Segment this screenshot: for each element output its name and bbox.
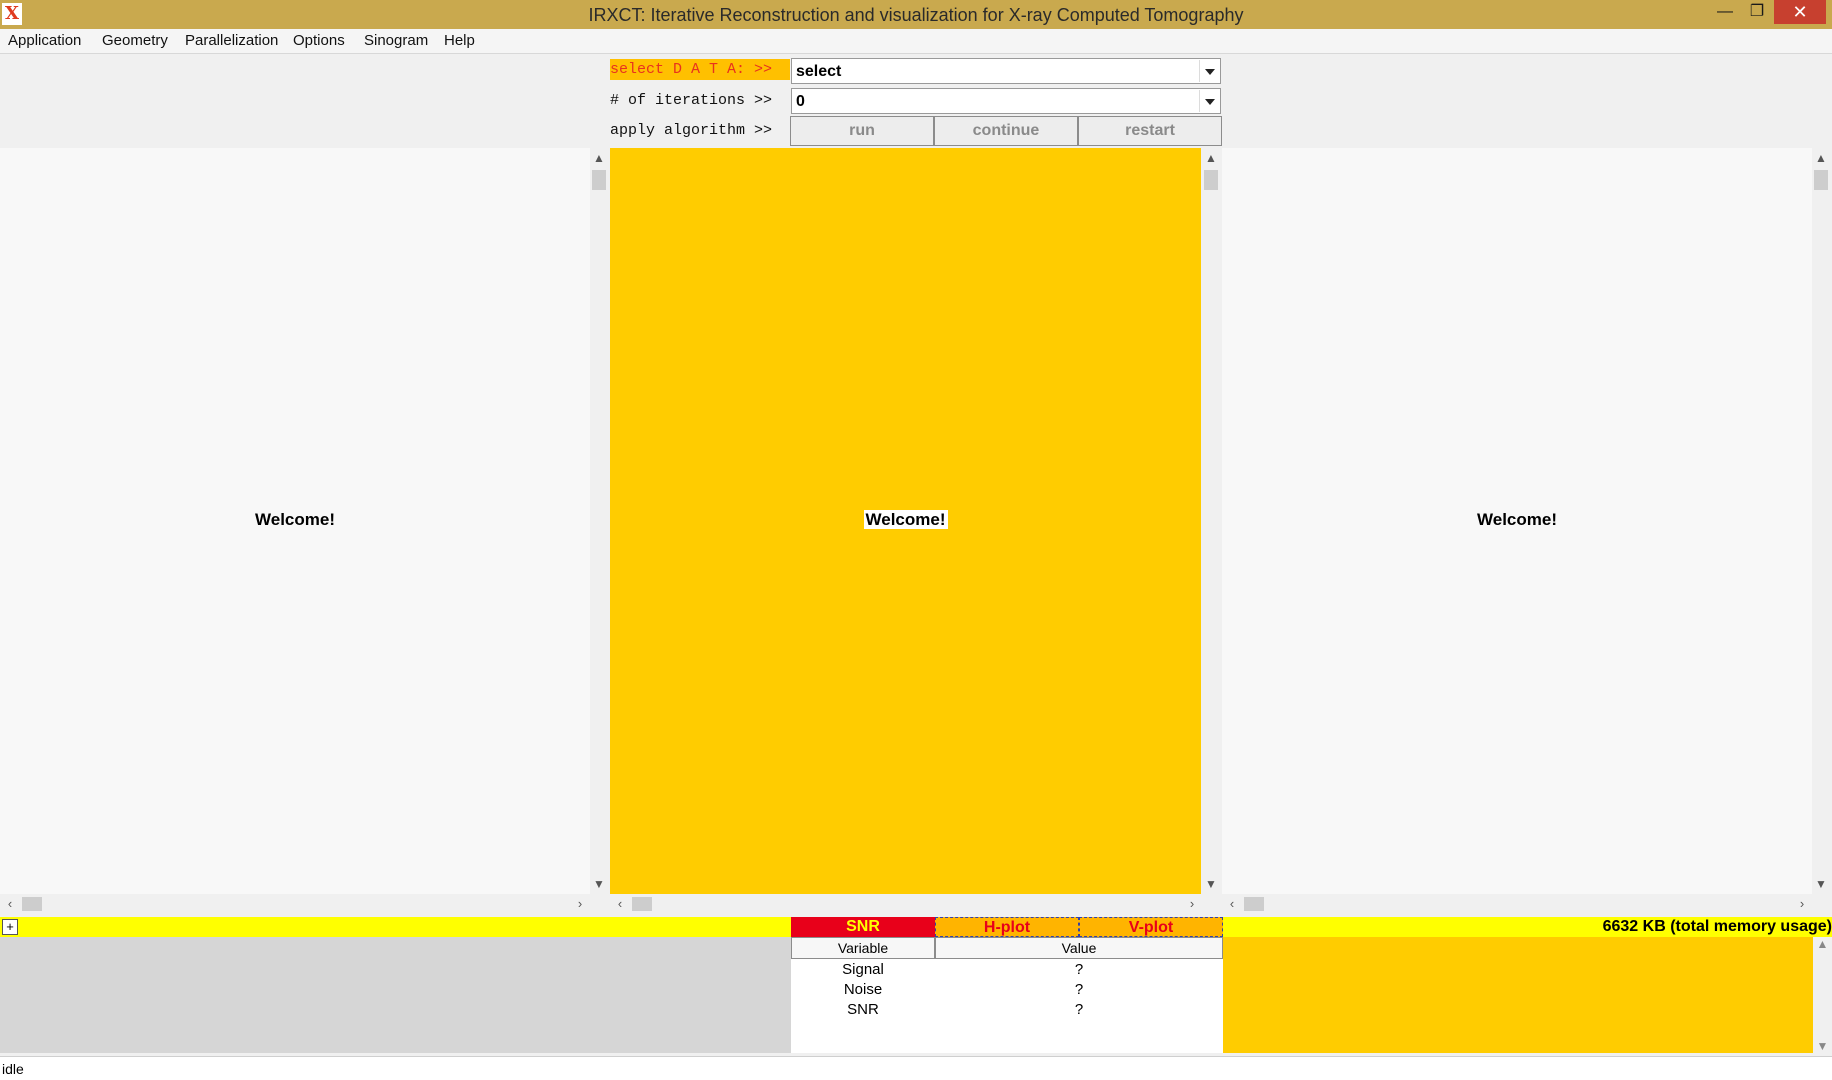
menu-sinogram[interactable]: Sinogram bbox=[364, 32, 428, 49]
center-view-panel[interactable]: Welcome! bbox=[610, 148, 1201, 894]
bottom-left-panel bbox=[0, 937, 791, 1053]
left-vertical-scrollbar[interactable]: ▲ ▼ bbox=[590, 148, 608, 894]
scroll-down-icon[interactable]: ▼ bbox=[1202, 876, 1220, 892]
scrollbar-thumb[interactable] bbox=[1244, 897, 1264, 911]
chevron-down-icon[interactable] bbox=[1199, 60, 1219, 82]
scrollbar-thumb[interactable] bbox=[1814, 170, 1828, 190]
table-cell-variable: SNR bbox=[847, 1001, 879, 1018]
table-cell-value: ? bbox=[1074, 961, 1084, 978]
minimize-button[interactable]: — bbox=[1712, 0, 1738, 24]
right-horizontal-scrollbar[interactable]: ‹ › bbox=[1222, 895, 1812, 913]
scroll-right-icon[interactable]: › bbox=[1184, 895, 1200, 913]
data-select[interactable]: select bbox=[791, 58, 1221, 84]
iterations-select[interactable]: 0 bbox=[791, 88, 1221, 114]
scroll-right-icon[interactable]: › bbox=[1794, 895, 1810, 913]
iterations-value: 0 bbox=[796, 93, 805, 110]
scroll-down-icon[interactable]: ▼ bbox=[590, 876, 608, 892]
status-text: idle bbox=[2, 1061, 24, 1077]
continue-button[interactable]: continue bbox=[934, 116, 1078, 146]
scrollbar-thumb[interactable] bbox=[592, 170, 606, 190]
column-header-variable[interactable]: Variable bbox=[791, 937, 935, 959]
bottom-right-panel bbox=[1223, 937, 1813, 1053]
scroll-left-icon[interactable]: ‹ bbox=[2, 895, 18, 913]
right-vertical-scrollbar[interactable]: ▲ ▼ bbox=[1812, 148, 1830, 894]
run-button[interactable]: run bbox=[790, 116, 934, 146]
menu-geometry[interactable]: Geometry bbox=[102, 32, 168, 49]
menu-options[interactable]: Options bbox=[293, 32, 345, 49]
table-row: Signal ? bbox=[791, 961, 1223, 981]
table-cell-variable: Signal bbox=[842, 961, 884, 978]
select-data-label: select D A T A: >> bbox=[610, 59, 790, 80]
scroll-down-icon[interactable]: ▼ bbox=[1812, 876, 1830, 892]
data-select-value: select bbox=[796, 63, 842, 80]
window-title: IRXCT: Iterative Reconstruction and visu… bbox=[588, 5, 1244, 25]
table-cell-value: ? bbox=[1074, 981, 1084, 998]
close-button[interactable]: ✕ bbox=[1774, 0, 1826, 24]
scroll-left-icon[interactable]: ‹ bbox=[612, 895, 628, 913]
menu-application[interactable]: Application bbox=[8, 32, 81, 49]
restart-button[interactable]: restart bbox=[1078, 116, 1222, 146]
scroll-right-icon[interactable]: › bbox=[572, 895, 588, 913]
apply-algorithm-label: apply algorithm >> bbox=[610, 122, 773, 139]
scrollbar-thumb[interactable] bbox=[22, 897, 42, 911]
scroll-up-icon[interactable]: ▲ bbox=[1812, 150, 1830, 166]
menu-bar: Application Geometry Parallelization Opt… bbox=[0, 29, 1832, 54]
column-header-value[interactable]: Value bbox=[935, 937, 1223, 959]
scroll-up-icon[interactable]: ▲ bbox=[590, 150, 608, 166]
scrollbar-thumb[interactable] bbox=[1204, 170, 1218, 190]
left-welcome-text: Welcome! bbox=[255, 510, 335, 529]
right-view-panel[interactable]: Welcome! bbox=[1222, 148, 1812, 894]
title-bar: X IRXCT: Iterative Reconstruction and vi… bbox=[0, 0, 1832, 29]
center-welcome-label: Welcome! bbox=[863, 510, 948, 529]
chevron-down-icon[interactable] bbox=[1199, 90, 1219, 112]
menu-parallelization[interactable]: Parallelization bbox=[185, 32, 278, 49]
scroll-up-icon[interactable]: ▲ bbox=[1202, 150, 1220, 166]
center-welcome-text: Welcome! bbox=[610, 510, 1201, 530]
left-horizontal-scrollbar[interactable]: ‹ › bbox=[0, 895, 590, 913]
scroll-up-icon[interactable]: ▲ bbox=[1813, 937, 1832, 951]
menu-help[interactable]: Help bbox=[444, 32, 475, 49]
table-row: Noise ? bbox=[791, 981, 1223, 1001]
tab-v-plot[interactable]: V-plot bbox=[1079, 917, 1223, 937]
expand-button[interactable]: + bbox=[2, 919, 18, 935]
tab-snr[interactable]: SNR bbox=[791, 917, 935, 937]
snr-table: Variable Value Signal ? Noise ? SNR ? bbox=[791, 937, 1223, 1053]
status-bar: idle bbox=[0, 1056, 1832, 1080]
table-row: SNR ? bbox=[791, 1001, 1223, 1021]
center-vertical-scrollbar[interactable]: ▲ ▼ bbox=[1202, 148, 1220, 894]
center-horizontal-scrollbar[interactable]: ‹ › bbox=[610, 895, 1202, 913]
iterations-label: # of iterations >> bbox=[610, 92, 773, 109]
tab-h-plot[interactable]: H-plot bbox=[935, 917, 1079, 937]
bottom-vertical-scrollbar[interactable]: ▲ ▼ bbox=[1813, 937, 1832, 1053]
left-view-panel[interactable]: Welcome! bbox=[0, 148, 590, 894]
scrollbar-thumb[interactable] bbox=[632, 897, 652, 911]
scroll-down-icon[interactable]: ▼ bbox=[1813, 1039, 1832, 1053]
scroll-left-icon[interactable]: ‹ bbox=[1224, 895, 1240, 913]
table-cell-variable: Noise bbox=[843, 981, 883, 998]
right-welcome-text: Welcome! bbox=[1477, 510, 1557, 529]
maximize-button[interactable]: ❐ bbox=[1744, 0, 1770, 24]
memory-usage: 6632 KB (total memory usage) bbox=[1602, 918, 1832, 935]
table-cell-value: ? bbox=[1074, 1001, 1084, 1018]
